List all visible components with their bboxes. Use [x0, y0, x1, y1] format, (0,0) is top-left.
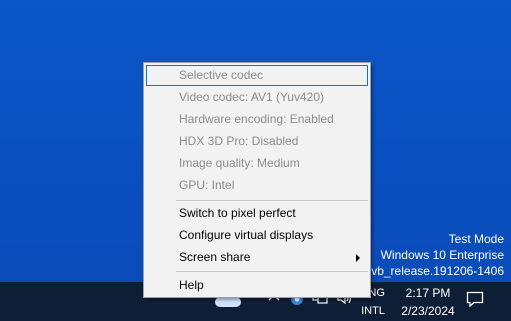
menu-item-gpu[interactable]: GPU: Intel [146, 175, 368, 196]
menu-separator [176, 200, 368, 201]
menu-item-video-codec[interactable]: Video codec: AV1 (Yuv420) [146, 87, 368, 108]
clock-date: 2/23/2024 [401, 304, 455, 318]
menu-item-hdx-3d-pro[interactable]: HDX 3D Pro: Disabled [146, 131, 368, 152]
keyboard-layout: INTL [361, 305, 385, 317]
menu-separator [176, 271, 368, 272]
tray-app-icon[interactable] [215, 297, 241, 307]
watermark-edition: Windows 10 Enterprise [380, 248, 504, 262]
menu-item-screen-share[interactable]: Screen share [146, 247, 368, 268]
menu-item-switch-pixel-perfect[interactable]: Switch to pixel perfect [146, 203, 368, 224]
menu-item-image-quality[interactable]: Image quality: Medium [146, 153, 368, 174]
menu-item-configure-virtual-displays[interactable]: Configure virtual displays [146, 225, 368, 246]
action-center-icon[interactable] [466, 291, 484, 308]
test-mode-watermark: Test Mode Windows 10 Enterprise 41.vb_re… [355, 231, 504, 279]
menu-item-help[interactable]: Help [146, 275, 368, 296]
taskbar-clock[interactable]: 2:17 PM 2/23/2024 [396, 284, 460, 320]
watermark-build: 41.vb_release.191206-1406 [354, 264, 504, 278]
menu-item-hardware-encoding[interactable]: Hardware encoding: Enabled [146, 109, 368, 130]
watermark-test-mode: Test Mode [448, 232, 504, 246]
screen-share-label: Screen share [179, 250, 251, 264]
context-menu: Selective codec Video codec: AV1 (Yuv420… [143, 62, 371, 298]
clock-time: 2:17 PM [405, 286, 451, 300]
menu-item-selective-codec[interactable]: Selective codec [146, 65, 368, 86]
submenu-arrow-icon [356, 254, 360, 262]
